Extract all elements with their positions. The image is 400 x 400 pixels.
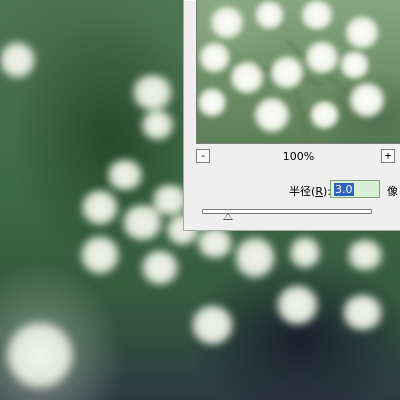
flower-cluster [345,240,385,270]
flower-cluster [140,250,180,285]
flower-cluster [227,60,267,95]
flower-cluster [290,235,320,270]
flower-cluster [195,228,235,258]
flower-cluster [235,235,275,280]
radius-value: 3.0 [334,183,354,196]
flower-cluster [197,40,232,75]
flower-cluster [342,15,382,50]
flower-cluster [207,5,247,40]
preview-zoom-controls: - 100% + [196,149,400,165]
flower-cluster [337,50,372,80]
zoom-in-button[interactable]: + [381,149,395,163]
flower-cluster [252,0,287,30]
preview-flowers [197,0,400,143]
flower-cluster [275,285,320,325]
flower-cluster [267,55,307,90]
radius-unit-label: 像 [387,185,398,198]
radius-input[interactable]: 3.0 [330,180,380,198]
flower-cluster [340,295,385,330]
flower-cluster [190,305,235,345]
flower-cluster [5,320,75,390]
flower-cluster [80,190,120,225]
radius-label-accelerator: R [315,185,323,198]
radius-label: 半径(R): [289,183,331,199]
flower-cluster [130,75,175,110]
zoom-in-icon: + [384,149,392,162]
flower-cluster [252,95,292,135]
flower-cluster [302,40,342,75]
flower-cluster [297,0,337,30]
flower-cluster [197,85,227,120]
radius-slider[interactable] [202,207,372,221]
radius-row: 半径(R): 3.0 像 [184,180,400,200]
flower-cluster [307,100,342,130]
radius-label-prefix: 半径( [289,185,316,198]
flower-cluster [105,160,145,190]
filter-preview[interactable] [196,0,400,144]
flower-cluster [80,235,120,275]
flower-cluster [0,40,35,80]
zoom-level-label: 100% [282,150,315,163]
blur-filter-dialog: - 100% + 半径(R): 3.0 像 [183,0,400,231]
slider-thumb-icon[interactable] [222,213,233,220]
flower-cluster [140,110,175,140]
flower-cluster [347,80,387,120]
